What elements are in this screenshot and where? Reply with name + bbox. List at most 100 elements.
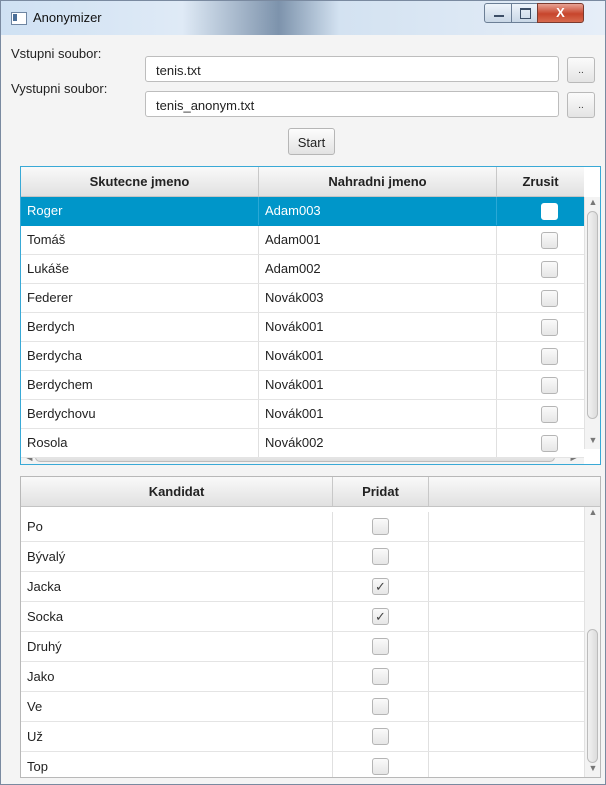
replacement-name-cell: Adam002 — [259, 255, 497, 283]
column-header-replacement-name[interactable]: Nahradni jmeno — [259, 167, 497, 196]
candidate-cell: Po — [21, 512, 333, 541]
column-header-cancel[interactable]: Zrusit — [497, 167, 584, 196]
replacement-name-cell: Novák003 — [259, 284, 497, 312]
add-checkbox[interactable] — [372, 638, 389, 655]
cancel-cell — [497, 429, 584, 457]
names-table: Skutecne jmeno Nahradni jmeno Zrusit ▲ ▼… — [20, 166, 601, 465]
table-row[interactable]: Roger Adam003 — [21, 197, 584, 226]
cancel-checkbox[interactable] — [541, 203, 558, 220]
add-checkbox[interactable] — [372, 548, 389, 565]
cancel-cell — [497, 371, 584, 399]
scroll-up-icon[interactable]: ▲ — [585, 507, 600, 517]
candidate-cell: Jako — [21, 662, 333, 691]
candidates-vertical-scrollbar[interactable]: ▲ ▼ — [584, 507, 600, 777]
real-name-cell: Roger — [21, 197, 259, 225]
add-checkbox[interactable]: ✓ — [372, 578, 389, 595]
cancel-checkbox[interactable] — [541, 377, 558, 394]
cancel-checkbox[interactable] — [541, 348, 558, 365]
table-row[interactable]: Bývalý — [21, 542, 584, 572]
maximize-icon — [520, 8, 531, 19]
close-button[interactable]: X — [537, 3, 584, 23]
table-row[interactable]: Jacka ✓ — [21, 572, 584, 602]
candidate-cell: Bývalý — [21, 542, 333, 571]
cancel-checkbox[interactable] — [541, 435, 558, 452]
column-header-candidate[interactable]: Kandidat — [21, 477, 333, 506]
table-row[interactable]: Top — [21, 752, 584, 777]
scroll-down-icon[interactable]: ▼ — [585, 763, 600, 773]
input-file-field[interactable]: tenis.txt — [145, 56, 559, 82]
add-checkbox[interactable] — [372, 668, 389, 685]
cancel-cell — [497, 342, 584, 370]
table-row[interactable]: Po — [21, 512, 584, 542]
add-cell — [333, 662, 429, 691]
replacement-name-cell: Novák001 — [259, 342, 497, 370]
table-row[interactable]: Tomáš Adam001 — [21, 226, 584, 255]
cancel-cell — [497, 284, 584, 312]
replacement-name-cell: Adam001 — [259, 226, 497, 254]
table-row[interactable]: Berdychem Novák001 — [21, 371, 584, 400]
table-row[interactable]: Socka ✓ — [21, 602, 584, 632]
names-scroll-thumb[interactable] — [587, 211, 598, 419]
replacement-name-cell: Novák002 — [259, 429, 497, 457]
cancel-checkbox[interactable] — [541, 406, 558, 423]
table-row[interactable]: Berdycha Novák001 — [21, 342, 584, 371]
output-file-field[interactable]: tenis_anonym.txt — [145, 91, 559, 117]
real-name-cell: Berdychovu — [21, 400, 259, 428]
start-button[interactable]: Start — [288, 128, 335, 155]
candidate-cell: Socka — [21, 602, 333, 631]
output-file-browse-button[interactable]: .. — [567, 92, 595, 118]
cancel-cell — [497, 313, 584, 341]
table-row[interactable]: Lukáše Adam002 — [21, 255, 584, 284]
input-file-browse-button[interactable]: .. — [567, 57, 595, 83]
table-row[interactable]: Jako — [21, 662, 584, 692]
table-row[interactable]: Berdychovu Novák001 — [21, 400, 584, 429]
add-cell — [333, 632, 429, 661]
cancel-cell — [497, 400, 584, 428]
window-title: Anonymizer — [33, 10, 102, 25]
cancel-checkbox[interactable] — [541, 261, 558, 278]
cancel-checkbox[interactable] — [541, 232, 558, 249]
add-cell — [333, 512, 429, 541]
table-row[interactable]: Už — [21, 722, 584, 752]
title-bar[interactable]: Anonymizer X — [1, 1, 605, 35]
table-row[interactable]: Druhý — [21, 632, 584, 662]
candidate-cell: Ve — [21, 692, 333, 721]
column-header-add[interactable]: Pridat — [333, 477, 429, 506]
add-cell: ✓ — [333, 602, 429, 631]
column-header-real-name[interactable]: Skutecne jmeno — [21, 167, 259, 196]
real-name-cell: Berdycha — [21, 342, 259, 370]
table-row[interactable]: Federer Novák003 — [21, 284, 584, 313]
maximize-button[interactable] — [511, 3, 538, 23]
minimize-icon — [494, 15, 504, 17]
replacement-name-cell: Novák001 — [259, 313, 497, 341]
output-file-label: Vystupni soubor: — [11, 81, 108, 96]
cancel-cell — [497, 226, 584, 254]
table-row[interactable]: Berdych Novák001 — [21, 313, 584, 342]
add-cell — [333, 752, 429, 777]
add-checkbox[interactable] — [372, 518, 389, 535]
real-name-cell: Berdychem — [21, 371, 259, 399]
replacement-name-cell: Novák001 — [259, 400, 497, 428]
names-vertical-scrollbar[interactable]: ▲ ▼ — [584, 197, 600, 449]
add-checkbox[interactable] — [372, 728, 389, 745]
add-checkbox[interactable]: ✓ — [372, 608, 389, 625]
add-checkbox[interactable] — [372, 758, 389, 775]
add-cell — [333, 692, 429, 721]
check-icon: ✓ — [375, 579, 386, 594]
real-name-cell: Lukáše — [21, 255, 259, 283]
candidates-scroll-thumb[interactable] — [587, 629, 598, 763]
real-name-cell: Tomáš — [21, 226, 259, 254]
add-checkbox[interactable] — [372, 698, 389, 715]
candidate-cell: Jacka — [21, 572, 333, 601]
add-cell — [333, 542, 429, 571]
minimize-button[interactable] — [484, 3, 512, 23]
scroll-down-icon[interactable]: ▼ — [585, 435, 600, 445]
candidates-table-header: Kandidat Pridat — [21, 477, 600, 507]
table-row[interactable]: Rosola Novák002 — [21, 429, 584, 458]
candidate-cell: Top — [21, 752, 333, 777]
scroll-up-icon[interactable]: ▲ — [585, 197, 600, 207]
cancel-checkbox[interactable] — [541, 319, 558, 336]
cancel-checkbox[interactable] — [541, 290, 558, 307]
real-name-cell: Berdych — [21, 313, 259, 341]
table-row[interactable]: Ve — [21, 692, 584, 722]
